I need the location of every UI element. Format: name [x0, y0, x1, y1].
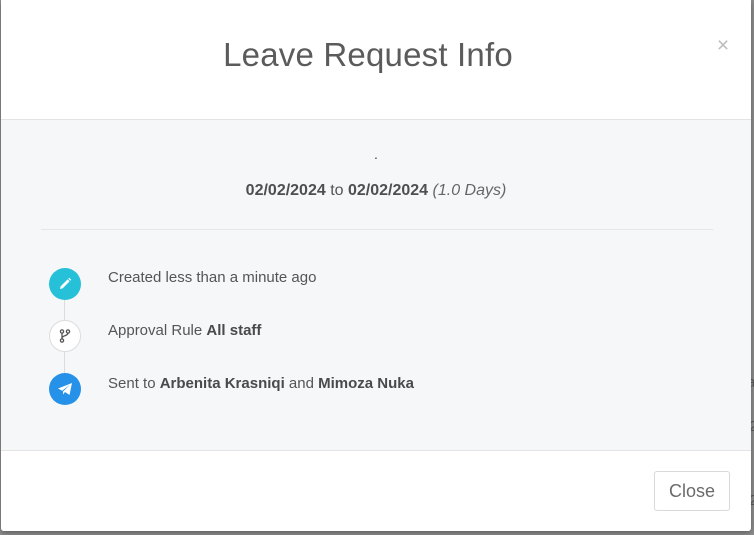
pencil-icon: [49, 268, 81, 300]
modal-header: Leave Request Info ×: [1, 0, 751, 120]
recipient-1: Arbenita Krasniqi: [159, 375, 285, 392]
divider: [41, 229, 713, 230]
branch-icon: [49, 320, 81, 352]
modal-body: . 02/02/2024 to 02/02/2024 (1.0 Days) Cr…: [1, 120, 751, 450]
timeline-sent-to: Sent to Arbenita Krasniqi and Mimoza Nuk…: [108, 375, 414, 392]
close-icon[interactable]: ×: [715, 35, 731, 56]
approval-rule-label: Approval Rule: [108, 322, 203, 339]
close-button[interactable]: Close: [654, 471, 730, 511]
approval-rule-value: All staff: [206, 322, 262, 339]
leave-request-modal: Leave Request Info × . 02/02/2024 to 02/…: [1, 0, 751, 531]
start-date: 02/02/2024: [245, 182, 326, 199]
sent-to-label: Sent to: [108, 375, 156, 392]
conjunction: and: [288, 375, 314, 392]
to-text: to: [330, 182, 344, 199]
end-date: 02/02/2024: [348, 182, 429, 199]
recipient-2: Mimoza Nuka: [318, 375, 414, 392]
modal-footer: Close: [1, 450, 751, 531]
timeline-created: Created less than a minute ago: [108, 269, 317, 286]
timeline-approval-rule: Approval Rule All staff: [108, 322, 261, 339]
duration: (1.0 Days): [432, 182, 507, 199]
modal-title: Leave Request Info: [223, 36, 513, 73]
date-range: 02/02/2024 to 02/02/2024 (1.0 Days): [1, 182, 751, 200]
request-name: .: [374, 146, 378, 162]
paper-plane-icon: [49, 373, 81, 405]
